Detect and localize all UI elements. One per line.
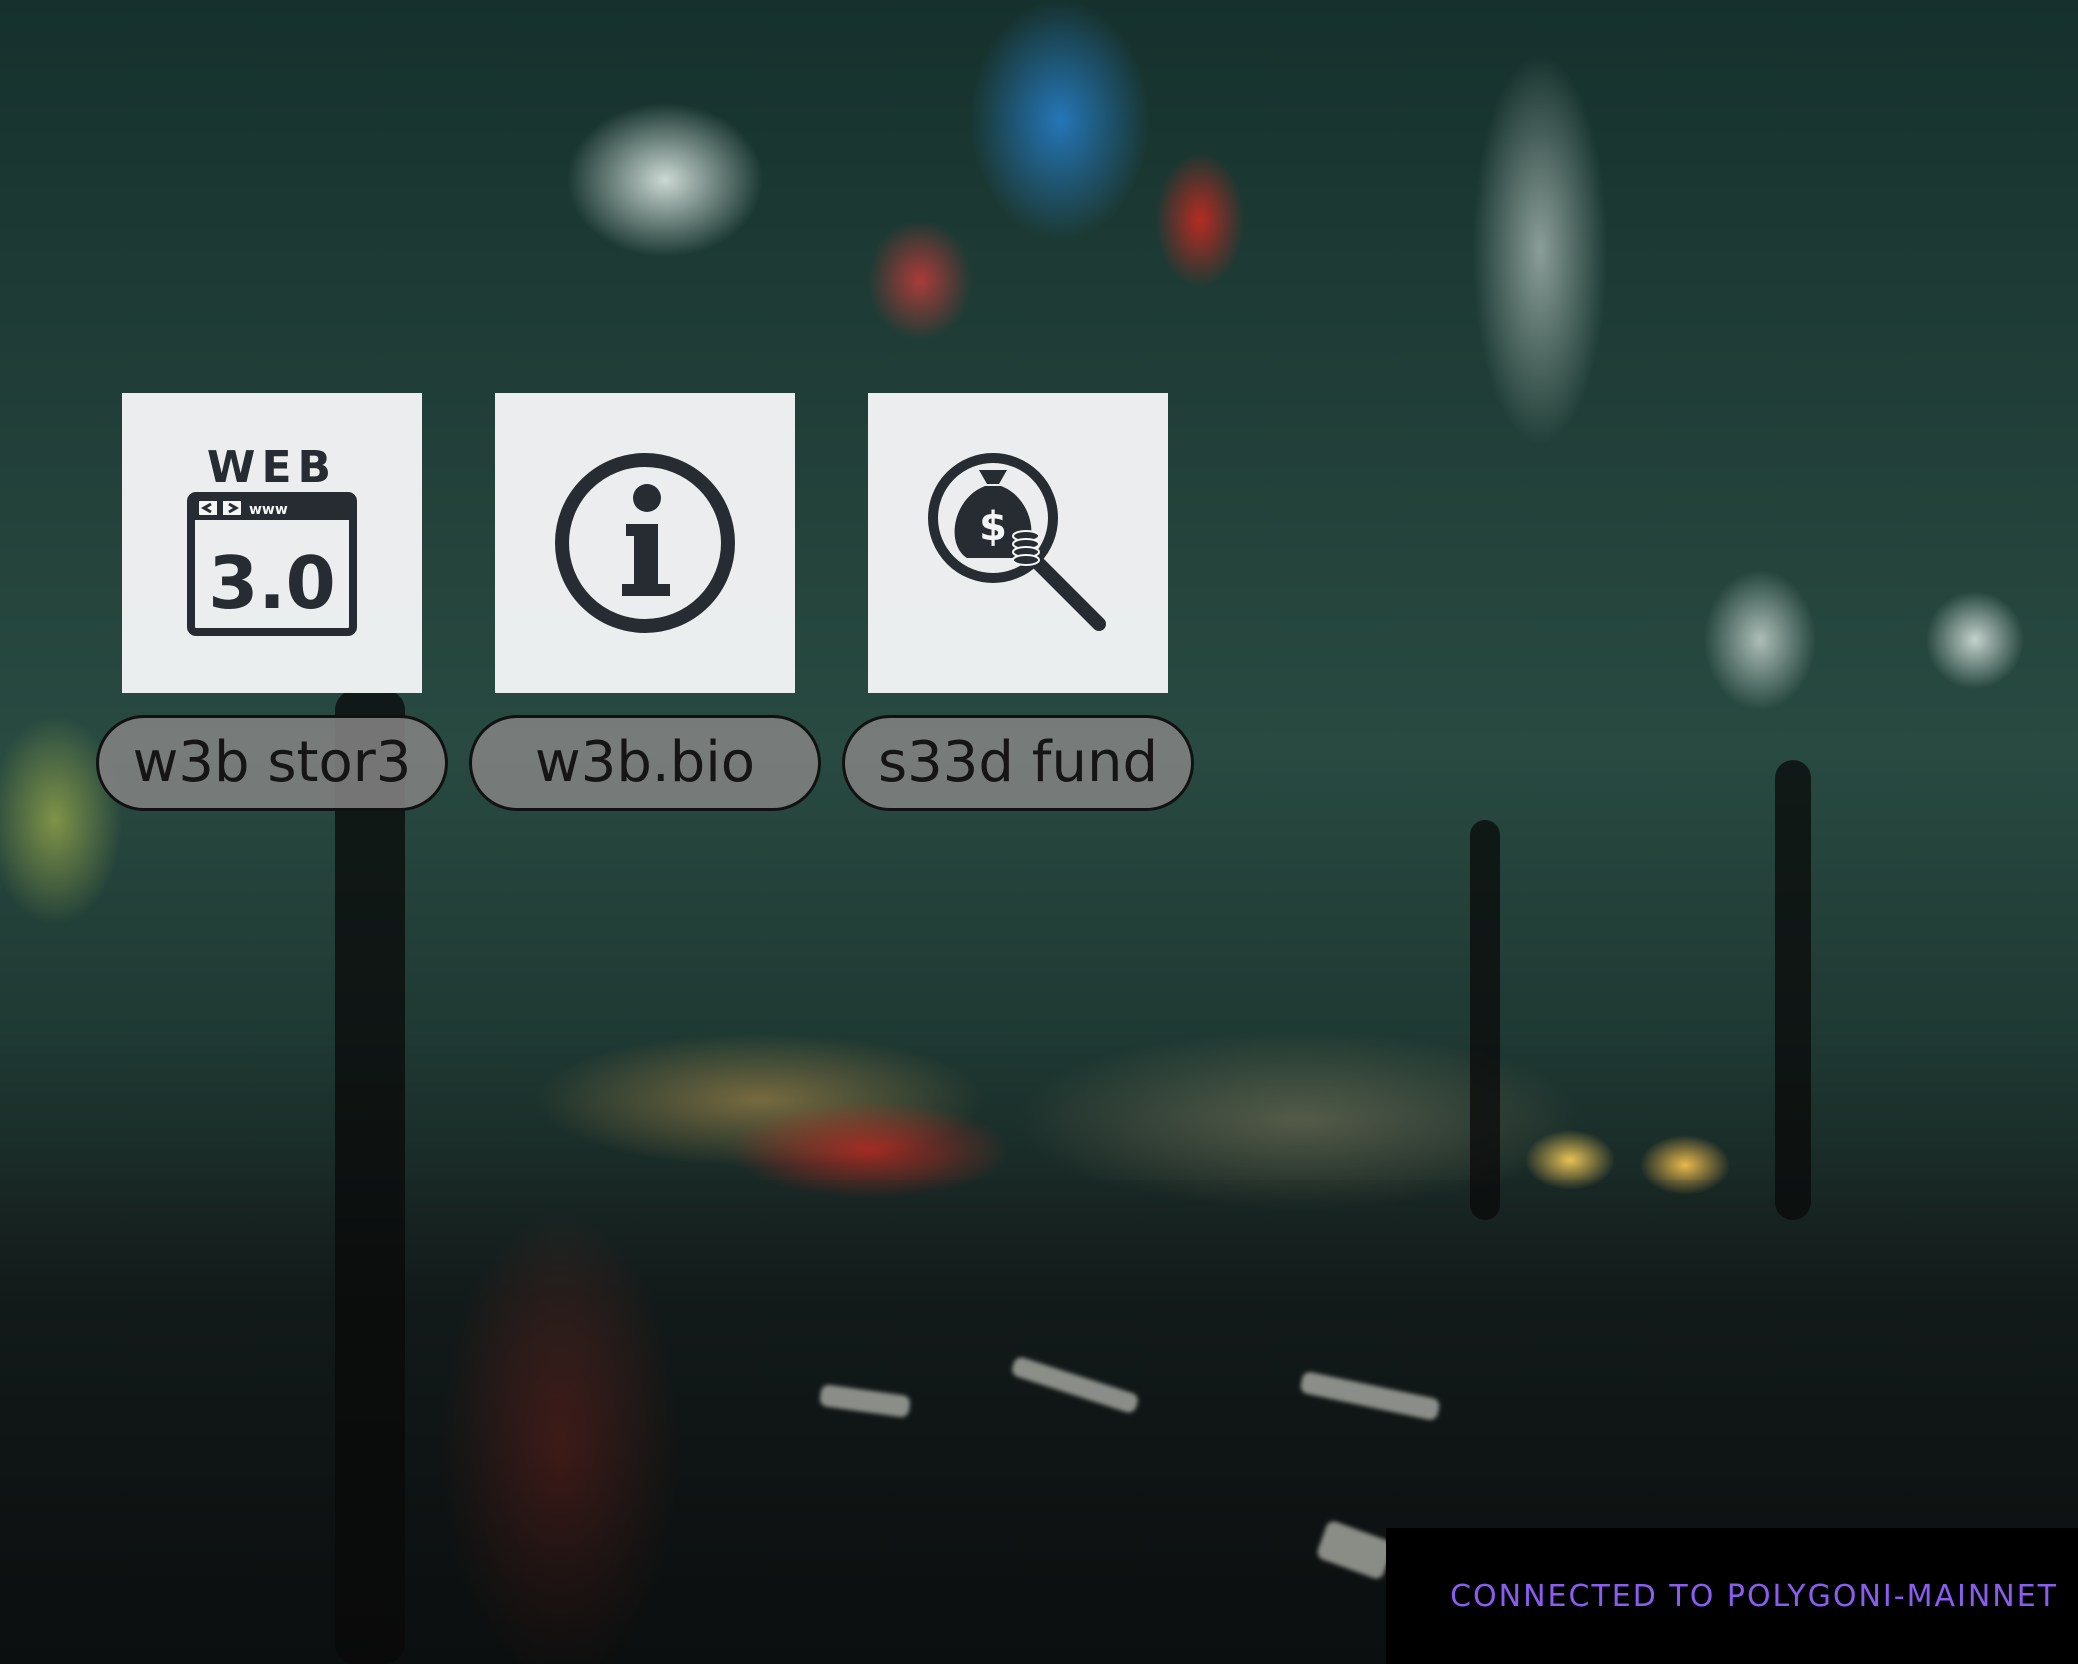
network-status-text: CONNECTED TO POLYGONI-MAINNET [1450,1578,2058,1614]
svg-text:WEB: WEB [207,448,337,493]
app-label[interactable]: w3b.bio [469,715,821,811]
app-tile-s33d-fund[interactable]: $ [868,393,1168,693]
street-pole [1470,820,1500,1220]
app-label[interactable]: s33d fund [842,715,1194,811]
app-tile-w3b-bio[interactable] [495,393,795,693]
app-w3b-stor3[interactable]: WEB www 3.0 w3b stor3 [96,393,448,811]
svg-text:www: www [249,502,288,518]
street-pole [1775,760,1811,1220]
money-bag-search-icon: $ [928,453,1106,631]
desktop-background: WEB www 3.0 w3b stor3 w3b.bio $ s33d fun… [0,0,2078,1664]
app-w3b-bio[interactable]: w3b.bio [469,393,821,811]
svg-text:3.0: 3.0 [208,541,336,625]
app-label[interactable]: w3b stor3 [96,715,448,811]
network-status-bar: CONNECTED TO POLYGONI-MAINNET [1386,1528,2078,1664]
info-icon [555,453,735,633]
street-pole [335,690,405,1664]
app-tile-w3b-stor3[interactable]: WEB www 3.0 [122,393,422,693]
app-grid: WEB www 3.0 w3b stor3 w3b.bio $ s33d fun… [96,393,1194,811]
svg-text:$: $ [979,504,1007,550]
web-3-0-icon: WEB www 3.0 [187,448,357,636]
app-s33d-fund[interactable]: $ s33d fund [842,393,1194,811]
